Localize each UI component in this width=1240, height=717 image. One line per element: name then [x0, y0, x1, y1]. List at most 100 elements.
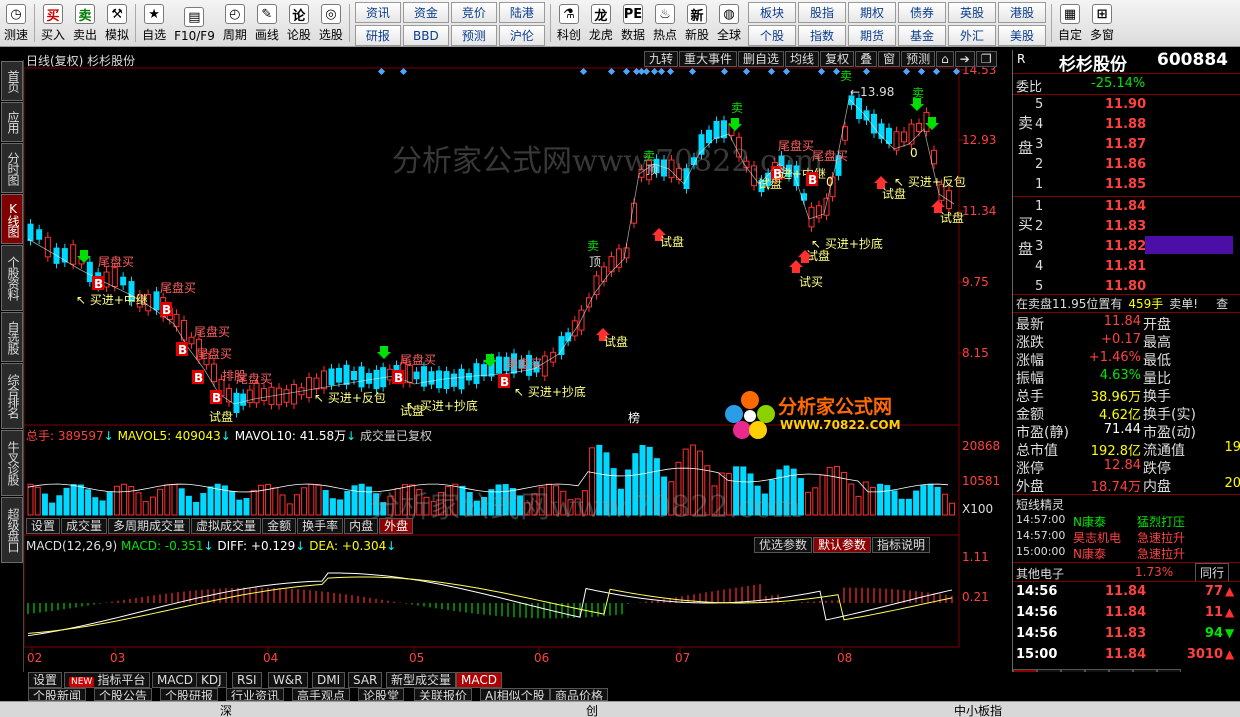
- chart-top-button[interactable]: 删自选: [738, 51, 785, 67]
- signal-label[interactable]: 0: [910, 146, 918, 160]
- left-tab[interactable]: K线图: [1, 194, 23, 244]
- volume-tab[interactable]: 换手率: [297, 518, 344, 534]
- market-button[interactable]: 板块: [748, 2, 796, 23]
- volume-tab[interactable]: 设置: [26, 518, 61, 534]
- signal-label[interactable]: ↖ 买进+反包: [314, 391, 386, 405]
- indicator-tab[interactable]: NEW 指标平台: [64, 672, 151, 688]
- indicator-tab[interactable]: MACD: [152, 672, 198, 688]
- market-button[interactable]: 期货: [848, 25, 896, 46]
- quick-button[interactable]: 资讯: [354, 2, 401, 23]
- hammer-button[interactable]: ⚒ 模拟: [101, 0, 133, 46]
- restore-icon[interactable]: ❐: [975, 51, 997, 67]
- status-item[interactable]: 创: [586, 702, 598, 717]
- lock-icon[interactable]: ⌂: [936, 51, 954, 67]
- news-button[interactable]: 新新股: [681, 0, 713, 46]
- quick-button[interactable]: 陆港: [498, 2, 545, 23]
- signal-label[interactable]: 尾盘买: [236, 371, 272, 386]
- volume-tab[interactable]: 成交量: [61, 518, 108, 534]
- market-button[interactable]: 指数: [798, 25, 846, 46]
- signal-label[interactable]: ↖ 买进+中继: [76, 292, 148, 307]
- diamond-icon[interactable]: [579, 67, 588, 76]
- diamond-icon[interactable]: [650, 67, 659, 76]
- signal-label[interactable]: 卖: [587, 239, 599, 253]
- diamond-icon[interactable]: [902, 67, 911, 76]
- info-tab[interactable]: 个股公告: [94, 688, 153, 701]
- quick-button[interactable]: 研报: [354, 25, 401, 46]
- info-tab[interactable]: 个股新闻: [28, 688, 87, 701]
- chart-top-button[interactable]: 复权: [820, 51, 855, 67]
- pen-button[interactable]: ✎ 画线: [251, 0, 283, 46]
- signal-label[interactable]: 试盘: [209, 409, 233, 424]
- left-tab[interactable]: 首页: [1, 61, 23, 101]
- left-tab[interactable]: 应用: [1, 102, 23, 142]
- signal-label[interactable]: 尾盘买: [98, 254, 134, 269]
- f10-button[interactable]: ▤ F10/F9: [170, 0, 219, 46]
- cycle-button[interactable]: ◴ 周期: [219, 0, 251, 46]
- quick-button[interactable]: BBD: [402, 25, 449, 46]
- kline-chart[interactable]: 14.53 12.93 11.34 9.75 8.15 20868 10581 X100 1.1…: [24, 50, 1012, 672]
- diamond-icon[interactable]: [642, 67, 651, 76]
- left-tab[interactable]: 牛叉诊股: [1, 430, 23, 496]
- indicator-tab[interactable]: SAR: [348, 672, 383, 688]
- signal-label[interactable]: 试盘: [660, 234, 684, 249]
- signal-label[interactable]: 尾盘买: [160, 280, 196, 295]
- signal-label[interactable]: 卖: [840, 69, 852, 83]
- signal-label[interactable]: 试买: [799, 274, 823, 289]
- signal-label[interactable]: 尾盘买: [194, 324, 230, 339]
- info-tab[interactable]: 高手观点: [292, 688, 351, 701]
- volume-tab[interactable]: 虚拟成交量: [191, 518, 262, 534]
- diamond-icon[interactable]: [720, 67, 729, 76]
- globe-button[interactable]: ◍ 全球: [713, 0, 745, 46]
- signal-label[interactable]: 0: [826, 175, 834, 189]
- science-button[interactable]: ⚗ 科创: [553, 0, 585, 46]
- market-button[interactable]: 港股: [998, 2, 1046, 23]
- market-button[interactable]: 英股: [948, 2, 996, 23]
- left-tab[interactable]: 综合排名: [1, 363, 23, 429]
- diamond-icon[interactable]: [817, 67, 826, 76]
- signal-label[interactable]: 试盘: [604, 334, 628, 349]
- diamond-icon[interactable]: [862, 67, 871, 76]
- custom-button[interactable]: ▦ 自定: [1054, 0, 1086, 46]
- volume-tab[interactable]: 金额: [262, 518, 297, 534]
- signal-label[interactable]: 尾盘买: [400, 352, 436, 367]
- volume-tab[interactable]: 内盘: [344, 518, 379, 534]
- chart-top-button[interactable]: 预测: [901, 51, 936, 67]
- diamond-icon[interactable]: [399, 67, 408, 76]
- signal-label[interactable]: 尾盘买: [196, 346, 232, 361]
- indicator-tab[interactable]: 设置: [28, 672, 63, 688]
- left-tab[interactable]: 个股资料: [1, 245, 23, 311]
- info-tab[interactable]: 个股研报: [160, 688, 219, 701]
- market-button[interactable]: 美股: [998, 25, 1046, 46]
- indicator-tab[interactable]: W&R: [268, 672, 308, 688]
- clock-button[interactable]: ◷ 测速: [0, 0, 32, 46]
- status-item[interactable]: 深: [220, 702, 232, 717]
- macd-param-button[interactable]: 优选参数: [754, 537, 813, 553]
- info-tab[interactable]: 关联报价: [414, 688, 473, 701]
- stock-button[interactable]: 论论股: [283, 0, 315, 46]
- indicator-tab[interactable]: KDJ: [196, 672, 227, 688]
- left-tab[interactable]: 自选股: [1, 312, 23, 362]
- market-button[interactable]: 外汇: [948, 25, 996, 46]
- signal-label[interactable]: 试盘: [882, 186, 906, 201]
- indicator-tab[interactable]: MACD: [456, 672, 502, 688]
- chart-top-button[interactable]: 窗: [878, 51, 901, 67]
- status-item[interactable]: 中小板指: [954, 702, 1002, 717]
- market-button[interactable]: 股指: [798, 2, 846, 23]
- buy-button[interactable]: 买买入: [37, 0, 69, 46]
- volume-tab[interactable]: 多周期成交量: [108, 518, 191, 534]
- quick-button[interactable]: 预测: [450, 25, 497, 46]
- dragon-button[interactable]: 龙龙虎: [585, 0, 617, 46]
- diamond-icon[interactable]: [932, 67, 941, 76]
- diamond-icon[interactable]: [607, 67, 616, 76]
- indicator-tab[interactable]: 新型成交量: [386, 672, 457, 688]
- signal-label[interactable]: 卖: [912, 86, 924, 100]
- signal-label[interactable]: ↖ 买进+抄底: [514, 384, 586, 399]
- star-button[interactable]: ★ 自选: [138, 0, 170, 46]
- signal-label[interactable]: 卖: [731, 101, 743, 115]
- info-tab[interactable]: 行业资讯: [226, 688, 285, 701]
- diamond-icon[interactable]: [832, 67, 841, 76]
- chart-top-button[interactable]: 九转: [644, 51, 679, 67]
- fire-button[interactable]: ♨ 热点: [649, 0, 681, 46]
- sell-button[interactable]: 卖卖出: [69, 0, 101, 46]
- multi-button[interactable]: ⊞ 多窗: [1086, 0, 1118, 46]
